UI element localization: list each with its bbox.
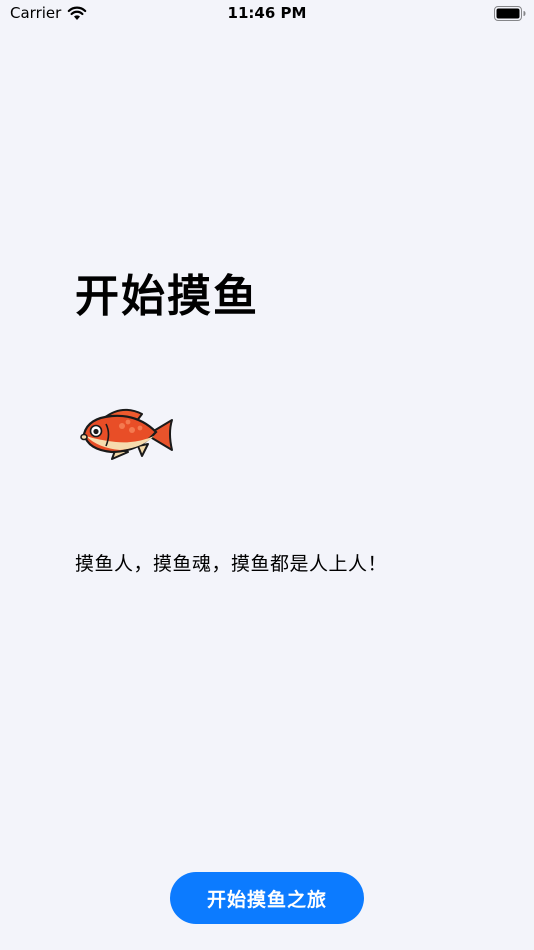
page-title: 开始摸鱼 xyxy=(75,271,259,322)
slogan-text: 摸鱼人，摸鱼魂，摸鱼都是人上人！ xyxy=(75,553,388,575)
fish-icon xyxy=(80,408,173,460)
status-bar: Carrier 11:46 PM xyxy=(0,0,534,28)
battery-icon xyxy=(494,6,526,21)
status-time: 11:46 PM xyxy=(227,4,307,22)
start-journey-button[interactable]: 开始摸鱼之旅 xyxy=(170,872,364,924)
